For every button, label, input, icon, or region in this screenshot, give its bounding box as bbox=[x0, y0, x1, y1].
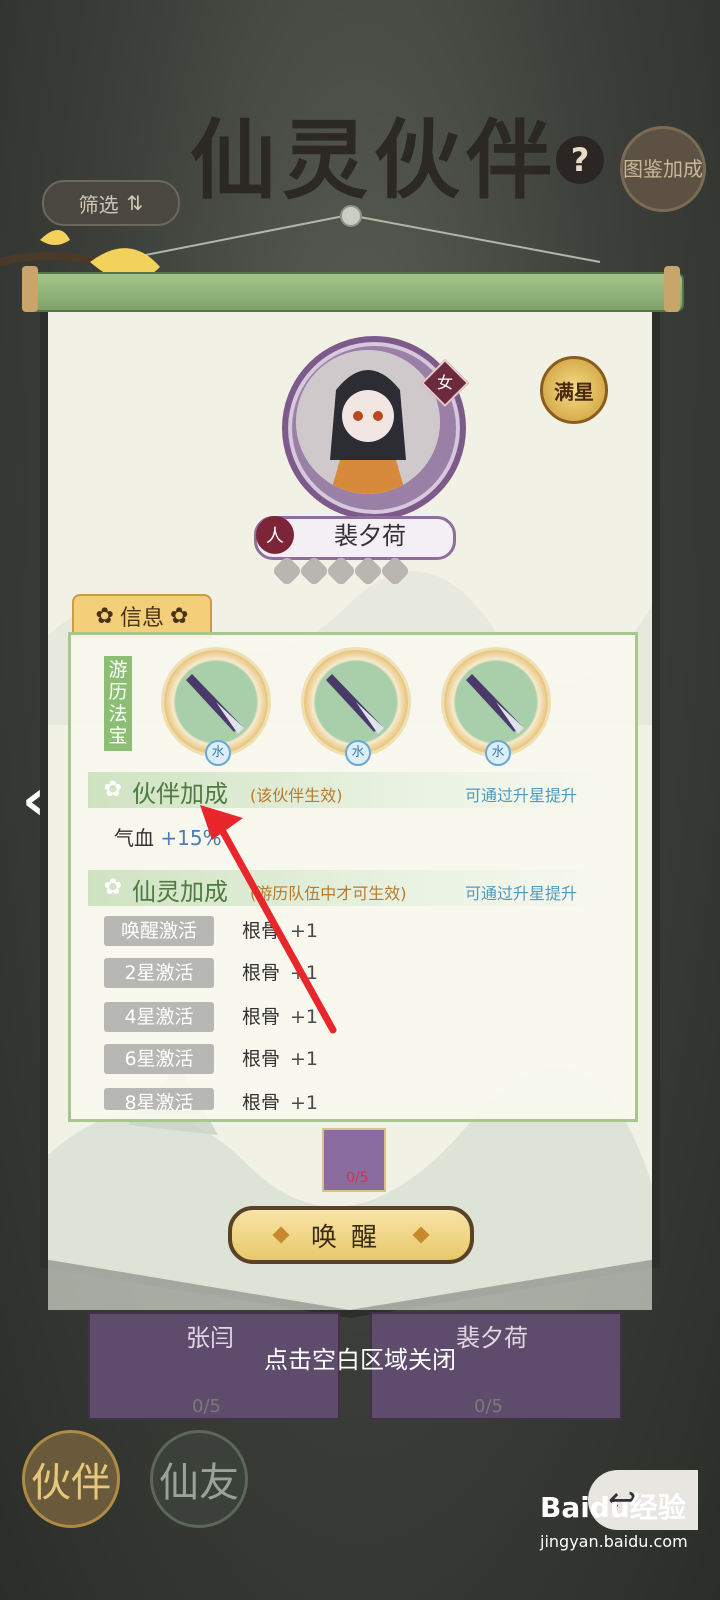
water-element-icon: 水 bbox=[345, 740, 371, 766]
scroll-rod-cap-right bbox=[664, 266, 680, 312]
activation-tag: 唤醒激活 bbox=[104, 916, 214, 946]
avatar bbox=[296, 350, 440, 494]
spirit-bonus-title: 仙灵加成 bbox=[132, 878, 228, 906]
tab-friend[interactable]: 仙友 bbox=[150, 1430, 248, 1528]
hanging-knob bbox=[340, 205, 362, 227]
star-icon bbox=[325, 555, 357, 587]
partner-bonus-hint: 可通过升星提升 bbox=[465, 786, 578, 805]
activation-stat: 根骨 +1 bbox=[242, 1006, 319, 1028]
flower-icon: ✿ bbox=[170, 603, 189, 629]
star-icon bbox=[298, 555, 330, 587]
treasure-slot-2[interactable] bbox=[304, 650, 408, 754]
diamond-icon bbox=[272, 1226, 290, 1244]
activation-tag: 6星激活 bbox=[104, 1044, 214, 1074]
activation-stat: 根骨 +1 bbox=[242, 1092, 319, 1110]
star-rating bbox=[271, 555, 411, 587]
activation-stat: 根骨 +1 bbox=[242, 920, 319, 942]
spirit-bonus-hint: 可通过升星提升 bbox=[465, 884, 578, 903]
activation-tag: 8星激活 bbox=[104, 1088, 214, 1110]
partner-bonus-stat: 气血 +15% bbox=[114, 822, 222, 851]
activation-tag: 4星激活 bbox=[104, 1002, 214, 1032]
sword-icon bbox=[466, 674, 524, 734]
watermark-logo: Baidu经验 bbox=[540, 1491, 686, 1524]
partner-bonus-title: 伙伴加成 bbox=[132, 780, 228, 808]
tab-partner[interactable]: 伙伴 bbox=[22, 1430, 120, 1528]
water-element-icon: 水 bbox=[485, 740, 511, 766]
star-icon bbox=[352, 555, 384, 587]
chevron-left-icon[interactable]: ‹ bbox=[22, 770, 66, 832]
flower-icon: ✿ bbox=[103, 875, 123, 900]
scroll-rod-cap-left bbox=[22, 266, 38, 312]
activation-stat: 根骨 +1 bbox=[242, 962, 319, 984]
activation-stat: 根骨 +1 bbox=[242, 1048, 319, 1070]
partner-name: 裴夕荷 bbox=[334, 522, 406, 550]
partner-card-progress: 0/5 bbox=[474, 1396, 503, 1417]
close-hint[interactable]: 点击空白区域关闭 bbox=[0, 1340, 720, 1375]
water-element-icon: 水 bbox=[205, 740, 231, 766]
flower-icon: ✿ bbox=[95, 603, 114, 629]
activation-tag: 2星激活 bbox=[104, 958, 214, 988]
full-star-badge: 满星 bbox=[540, 356, 608, 424]
flower-icon: ✿ bbox=[103, 777, 123, 802]
awaken-label: 唤醒 bbox=[310, 1222, 391, 1253]
stat-value: +15% bbox=[160, 826, 222, 850]
scroll-rod bbox=[30, 272, 684, 312]
treasure-slot-1[interactable] bbox=[164, 650, 268, 754]
star-icon bbox=[379, 555, 411, 587]
tab-info-label: 信息 bbox=[119, 606, 164, 631]
stat-name: 气血 bbox=[114, 826, 154, 850]
diamond-icon bbox=[412, 1226, 430, 1244]
shard-count: 0/5 bbox=[346, 1170, 369, 1186]
travel-treasure-label: 游历法宝 bbox=[104, 656, 132, 751]
sword-icon bbox=[326, 674, 384, 734]
awaken-button[interactable]: 唤醒 bbox=[228, 1206, 474, 1264]
treasure-slot-3[interactable] bbox=[444, 650, 548, 754]
partner-bonus-note: (该伙伴生效) bbox=[250, 786, 343, 805]
partner-card-progress: 0/5 bbox=[192, 1396, 221, 1417]
race-badge: 人 bbox=[256, 516, 294, 554]
watermark-url: jingyan.baidu.com bbox=[540, 1532, 688, 1551]
star-icon bbox=[271, 555, 303, 587]
partner-portrait-icon bbox=[296, 350, 440, 494]
spirit-bonus-note: (游历队伍中才可生效) bbox=[250, 884, 407, 903]
sword-icon bbox=[186, 674, 244, 734]
